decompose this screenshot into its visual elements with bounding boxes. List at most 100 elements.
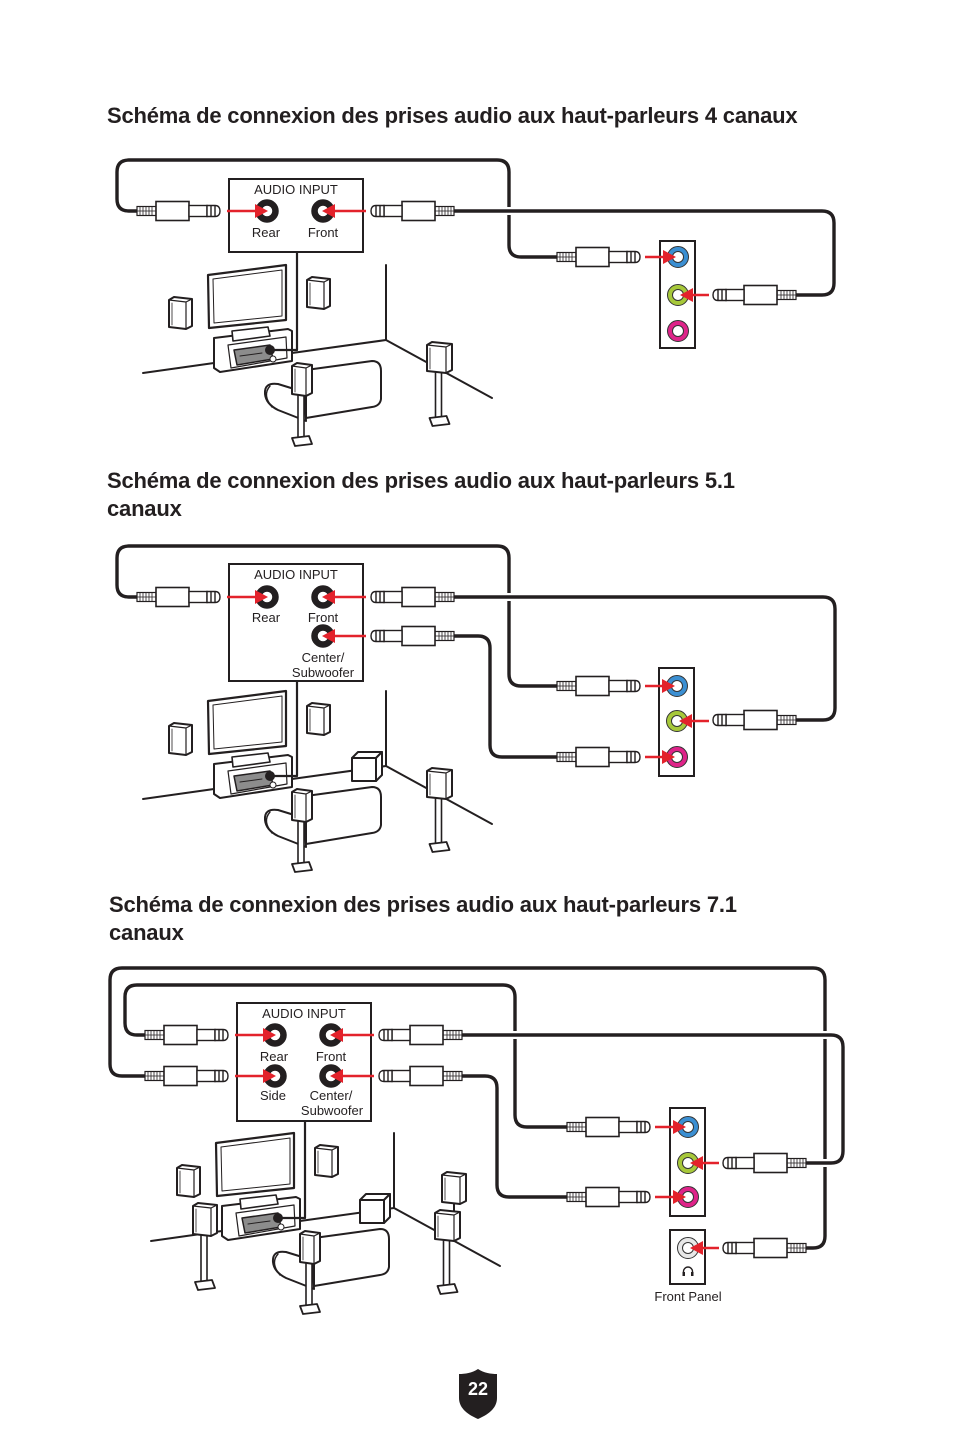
audio-plug — [136, 200, 221, 222]
speaker-front-left — [176, 1164, 201, 1198]
plug-tip — [206, 590, 221, 604]
speaker-stand-base — [291, 861, 313, 873]
audio-input-box: AUDIO INPUT Rear Front — [228, 178, 364, 253]
subwoofer — [359, 1193, 391, 1224]
receiver-knob — [265, 771, 275, 781]
plug-tip — [370, 590, 385, 604]
plug-body — [585, 1116, 620, 1138]
audio-input-title: AUDIO INPUT — [254, 567, 338, 582]
floor-line-left — [142, 362, 215, 374]
audio-input-title: AUDIO INPUT — [254, 182, 338, 197]
floor-line-left — [142, 788, 215, 800]
audio-plug — [722, 1152, 807, 1174]
rear-jack-label: Rear — [252, 225, 281, 240]
front-jack-label: Front — [308, 610, 339, 625]
speaker-box — [299, 1230, 321, 1265]
plug-shaft — [391, 1028, 411, 1042]
speaker-box — [291, 788, 313, 823]
front-panel — [669, 1229, 706, 1285]
plug-body — [163, 1065, 198, 1087]
plug-shaft — [188, 204, 208, 218]
speaker-stand — [434, 371, 443, 419]
audio-input-box: AUDIO INPUT Rear Front Side Center/Subwoofer — [236, 1002, 372, 1122]
diagram-5-1-channel: AUDIO INPUT Rear Front Center/Subwoofer — [113, 542, 839, 873]
audio-plug — [144, 1065, 229, 1087]
receiver-button — [269, 355, 277, 363]
front-panel-label: Front Panel — [654, 1289, 721, 1304]
plug-tip — [626, 750, 641, 764]
receiver-knob — [265, 345, 275, 355]
speaker-box — [426, 767, 453, 800]
audio-input-title: AUDIO INPUT — [262, 1006, 346, 1021]
plug-body — [753, 1237, 788, 1259]
audio-cable — [460, 1031, 847, 1167]
speaker-front-right — [306, 702, 331, 736]
audio-plug — [566, 1116, 651, 1138]
subwoofer-front — [351, 757, 377, 782]
speaker-box — [291, 362, 313, 397]
speaker-front-right — [314, 1144, 339, 1178]
audio-plug — [556, 246, 641, 268]
speaker-rear-right — [426, 341, 453, 427]
plug-shaft — [188, 590, 208, 604]
sofa-back — [305, 786, 382, 845]
speaker-cabinet — [192, 1202, 218, 1237]
plug-body — [575, 675, 610, 697]
speaker-stand — [305, 1262, 313, 1307]
speaker-side-right — [441, 1171, 467, 1205]
speaker-stand — [442, 1239, 451, 1287]
tv-screen — [220, 1137, 291, 1192]
audio-input-box: AUDIO INPUT Rear Front Center/Subwoofer — [228, 563, 364, 682]
speaker-stand-base — [194, 1279, 216, 1291]
speaker-stand — [297, 820, 305, 865]
audio-plug — [370, 586, 455, 608]
front-jack-label: Front — [308, 225, 339, 240]
plug-shaft — [608, 250, 628, 264]
room-illustration — [142, 679, 493, 873]
plug-body — [401, 200, 436, 222]
plug-body — [743, 709, 778, 731]
page-number: 22 — [467, 1379, 489, 1399]
speaker-stand-base — [428, 415, 451, 427]
audio-plug — [722, 1237, 807, 1259]
speaker-box — [192, 1202, 218, 1237]
plug-shaft — [735, 1156, 755, 1170]
tv-screen — [212, 695, 283, 750]
speaker-stand-base — [291, 435, 313, 447]
plug-shaft — [196, 1028, 216, 1042]
plug-body — [155, 200, 190, 222]
plug-tip — [636, 1190, 651, 1204]
plug-tip — [370, 204, 385, 218]
speaker-stand-base — [428, 841, 451, 853]
speaker-box — [426, 341, 453, 374]
plug-tip — [206, 204, 221, 218]
room-illustration — [150, 1119, 501, 1315]
plug-tip — [722, 1241, 737, 1255]
sofa — [271, 1228, 390, 1290]
jack-hole — [672, 325, 684, 337]
plug-body — [155, 586, 190, 608]
diagram-7-1-channel: AUDIO INPUT Rear Front Side Center/Subwoofer… — [106, 964, 847, 1315]
speaker-stand — [200, 1234, 208, 1283]
rear-jack-label: Rear — [260, 1049, 289, 1064]
plug-body — [409, 1065, 444, 1087]
plug-tip — [370, 629, 385, 643]
cable-wire — [460, 1033, 845, 1165]
plug-body — [743, 284, 778, 306]
audio-plug — [566, 1186, 651, 1208]
connection-diagrams: AUDIO INPUT Rear Front AUDIO INPUT Rear Front… — [106, 156, 847, 1315]
speaker-stand — [297, 394, 305, 439]
speaker-stand — [434, 797, 443, 845]
plug-shaft — [383, 629, 403, 643]
room-illustration — [142, 250, 493, 447]
plug-shaft — [391, 1069, 411, 1083]
speaker-rear-right — [426, 767, 453, 853]
manual-page: Schéma de connexion des prises audio aux… — [0, 0, 954, 1432]
speaker-rear-right — [434, 1209, 461, 1295]
audio-plug — [370, 200, 455, 222]
plug-tip — [722, 1156, 737, 1170]
plug-tip — [712, 713, 727, 727]
audio-plug — [136, 586, 221, 608]
subwoofer-side — [375, 751, 383, 782]
sofa — [263, 786, 382, 848]
